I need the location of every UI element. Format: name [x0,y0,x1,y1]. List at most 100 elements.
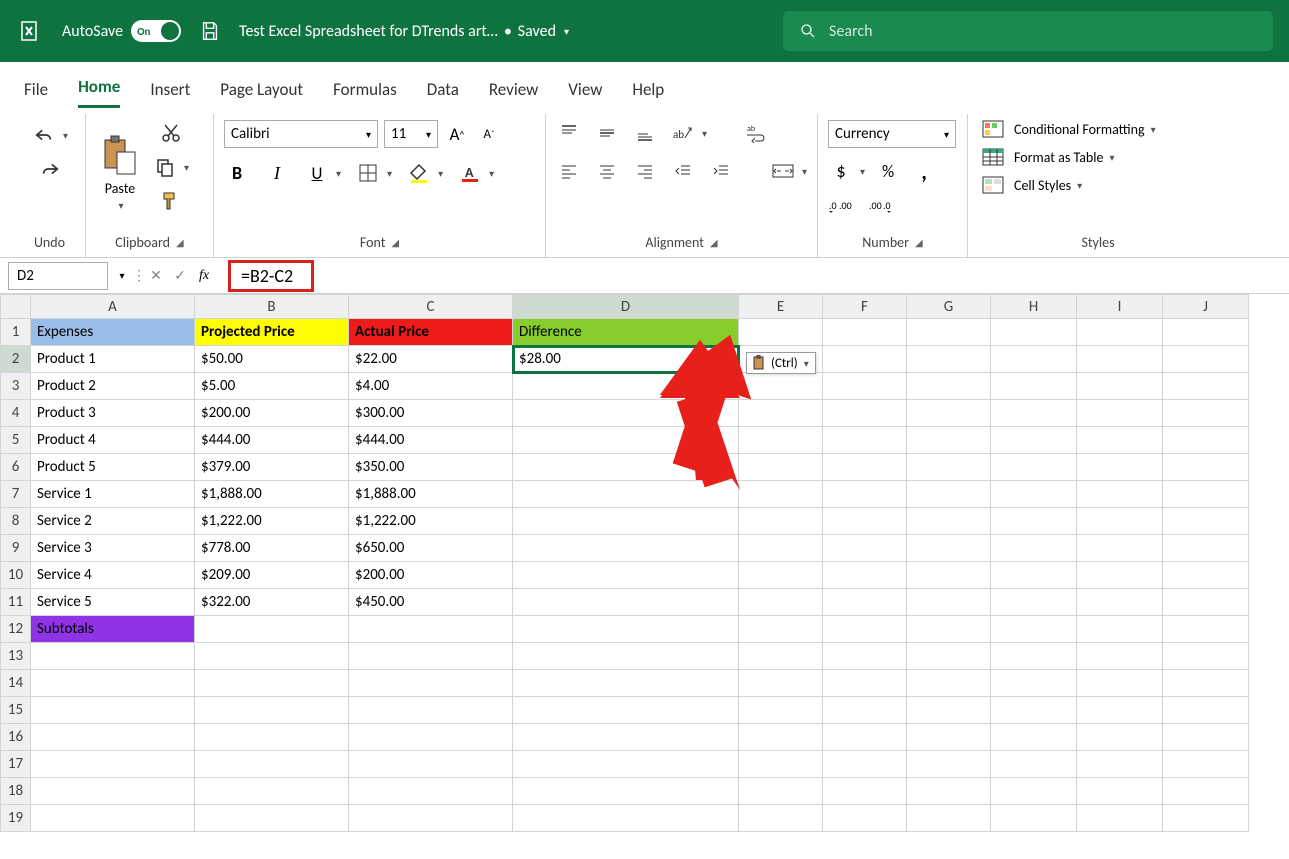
cell-F9[interactable] [823,535,907,562]
cell-G14[interactable] [907,670,991,697]
wrap-text-button[interactable]: ab [743,120,769,146]
cell-F7[interactable] [823,481,907,508]
cell-C10[interactable]: $200.00 [349,562,513,589]
cell-I15[interactable] [1077,697,1163,724]
cell-G19[interactable] [907,805,991,832]
copy-button[interactable] [152,154,178,180]
cell-C13[interactable] [349,643,513,670]
cell-C3[interactable]: $4.00 [349,373,513,400]
cell-A6[interactable]: Product 5 [31,454,195,481]
cell-J15[interactable] [1163,697,1249,724]
cell-F14[interactable] [823,670,907,697]
row-header-5[interactable]: 5 [1,427,31,454]
cell-C7[interactable]: $1,888.00 [349,481,513,508]
bold-button[interactable]: B [224,160,250,186]
cell-D5[interactable] [513,427,739,454]
cell-D15[interactable] [513,697,739,724]
dialog-launcher-icon[interactable]: ◢ [915,236,923,249]
cell-H2[interactable] [991,346,1077,373]
row-header-11[interactable]: 11 [1,589,31,616]
tab-home[interactable]: Home [78,76,120,108]
cell-B1[interactable]: Projected Price [195,319,349,346]
cell-H7[interactable] [991,481,1077,508]
cell-I2[interactable] [1077,346,1163,373]
cell-F11[interactable] [823,589,907,616]
cell-G13[interactable] [907,643,991,670]
cell-E4[interactable] [739,400,823,427]
cell-A19[interactable] [31,805,195,832]
cell-C5[interactable]: $444.00 [349,427,513,454]
cell-A5[interactable]: Product 4 [31,427,195,454]
cell-B5[interactable]: $444.00 [195,427,349,454]
cell-G18[interactable] [907,778,991,805]
cell-A2[interactable]: Product 1 [31,346,195,373]
save-icon[interactable] [199,20,221,42]
cell-B18[interactable] [195,778,349,805]
align-middle-button[interactable] [594,120,620,146]
cell-C6[interactable]: $350.00 [349,454,513,481]
cell-G15[interactable] [907,697,991,724]
cell-E12[interactable] [739,616,823,643]
cell-F17[interactable] [823,751,907,778]
cell-E1[interactable] [739,319,823,346]
cell-I7[interactable] [1077,481,1163,508]
cell-D19[interactable] [513,805,739,832]
cell-D18[interactable] [513,778,739,805]
cell-A12[interactable]: Subtotals [31,616,195,643]
chevron-down-icon[interactable]: ▾ [336,167,341,180]
cell-I5[interactable] [1077,427,1163,454]
dialog-launcher-icon[interactable]: ◢ [176,236,184,249]
cell-D13[interactable] [513,643,739,670]
cell-B6[interactable]: $379.00 [195,454,349,481]
undo-button[interactable] [31,122,57,148]
cell-J14[interactable] [1163,670,1249,697]
cell-H3[interactable] [991,373,1077,400]
cell-B3[interactable]: $5.00 [195,373,349,400]
cell-J10[interactable] [1163,562,1249,589]
increase-indent-button[interactable] [708,158,734,184]
cell-G2[interactable] [907,346,991,373]
decrease-decimal-button[interactable]: .00.0 [868,194,894,220]
cell-C14[interactable] [349,670,513,697]
column-header-D[interactable]: D [513,295,739,319]
cell-I3[interactable] [1077,373,1163,400]
cell-E14[interactable] [739,670,823,697]
cell-G5[interactable] [907,427,991,454]
cell-I11[interactable] [1077,589,1163,616]
row-header-6[interactable]: 6 [1,454,31,481]
cell-D3[interactable] [513,373,739,400]
cell-I9[interactable] [1077,535,1163,562]
cell-F8[interactable] [823,508,907,535]
name-box[interactable]: D2 [8,262,108,290]
cell-E7[interactable] [739,481,823,508]
paste-button[interactable]: Paste ▾ [96,116,144,230]
cell-H12[interactable] [991,616,1077,643]
percent-button[interactable]: % [875,158,901,184]
cell-I6[interactable] [1077,454,1163,481]
worksheet-grid[interactable]: ABCDEFGHIJ1ExpensesProjected PriceActual… [0,294,1289,832]
cell-A18[interactable] [31,778,195,805]
cell-B4[interactable]: $200.00 [195,400,349,427]
cell-J18[interactable] [1163,778,1249,805]
cell-D1[interactable]: Difference [513,319,739,346]
cell-F2[interactable] [823,346,907,373]
cell-C19[interactable] [349,805,513,832]
cell-B14[interactable] [195,670,349,697]
cell-H15[interactable] [991,697,1077,724]
cell-B7[interactable]: $1,888.00 [195,481,349,508]
cell-F10[interactable] [823,562,907,589]
cell-F5[interactable] [823,427,907,454]
cell-J17[interactable] [1163,751,1249,778]
cell-E3[interactable] [739,373,823,400]
cell-C1[interactable]: Actual Price [349,319,513,346]
tab-insert[interactable]: Insert [150,79,190,108]
cell-I12[interactable] [1077,616,1163,643]
cell-J4[interactable] [1163,400,1249,427]
chevron-down-icon[interactable]: ▾ [387,167,392,180]
cancel-formula-button[interactable]: ✕ [144,264,168,288]
paste-options-button[interactable]: (Ctrl) ▾ [746,352,816,374]
row-header-19[interactable]: 19 [1,805,31,832]
row-header-18[interactable]: 18 [1,778,31,805]
cell-D2[interactable]: $28.00 [513,346,739,373]
cell-D10[interactable] [513,562,739,589]
